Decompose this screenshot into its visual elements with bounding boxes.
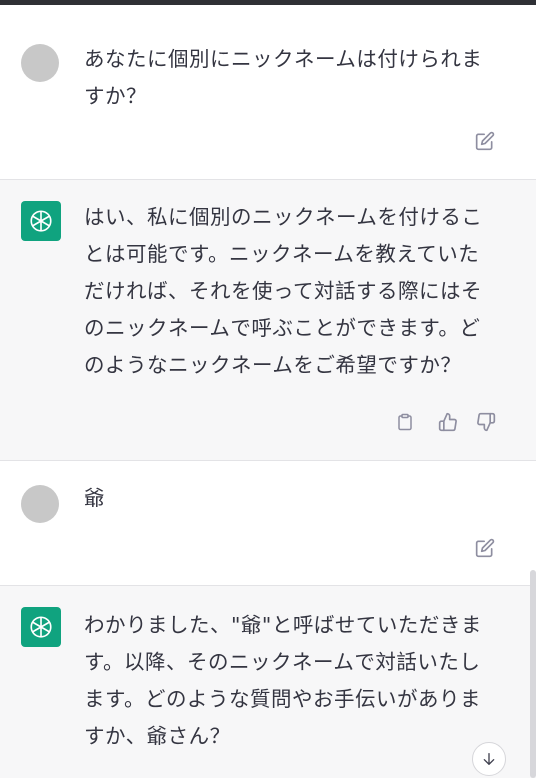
user-avatar (21, 44, 59, 82)
message-text: あなたに個別にニックネームは付けられますか？ (84, 47, 483, 108)
user-message: 爺 (0, 461, 536, 586)
message-text: わかりました、"爺"と呼ばせていただきます。以降、そのニックネームで対話いたしま… (84, 613, 482, 748)
arrow-down-icon (483, 753, 495, 765)
user-message: あなたに個別にニックネームは付けられますか？ (0, 22, 536, 180)
clipboard-icon[interactable] (394, 411, 416, 433)
user-avatar (21, 485, 59, 523)
message-text: 爺 (84, 486, 105, 510)
top-bar (0, 0, 536, 5)
thumbs-down-icon[interactable] (475, 411, 497, 433)
openai-logo-icon (21, 201, 61, 241)
message-text: はい、私に個別のニックネームを付けることは可能です。ニックネームを教えていただけ… (84, 205, 483, 377)
assistant-message: はい、私に個別のニックネームを付けることは可能です。ニックネームを教えていただけ… (0, 180, 536, 461)
assistant-message: わかりました、"爺"と呼ばせていただきます。以降、そのニックネームで対話いたしま… (0, 586, 536, 778)
openai-logo-icon (21, 607, 61, 647)
edit-icon[interactable] (474, 537, 496, 559)
scroll-down-button[interactable] (472, 742, 506, 776)
thumbs-up-icon[interactable] (437, 411, 459, 433)
edit-icon[interactable] (474, 130, 496, 152)
scrollbar[interactable] (530, 570, 536, 778)
